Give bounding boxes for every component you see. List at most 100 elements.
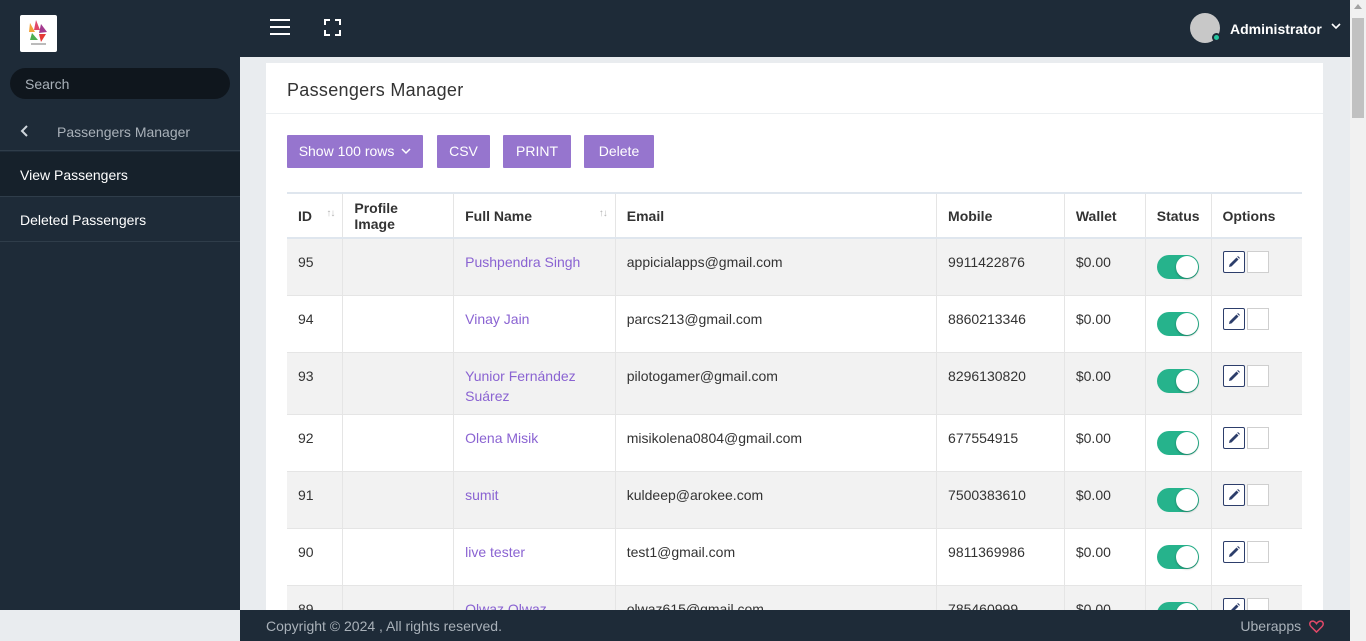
cell-full-name: sumit (453, 471, 616, 529)
sidebar-search-input[interactable] (10, 68, 230, 99)
select-checkbox[interactable] (1246, 426, 1269, 449)
table-row: 92 Olena Misik misikolena0804@gmail.com 677… (287, 414, 1302, 472)
sort-icon[interactable]: ↑↓ (599, 208, 608, 219)
status-toggle[interactable] (1156, 311, 1199, 336)
column-header-label: Mobile (948, 207, 993, 224)
cell-full-name: Vinay Jain (453, 295, 616, 353)
cell-id: 91 (287, 471, 344, 529)
cell-email: parcs213@gmail.com (615, 295, 938, 353)
fullscreen-icon[interactable] (324, 19, 341, 36)
select-checkbox[interactable] (1246, 483, 1269, 506)
toggle-knob (1175, 431, 1198, 454)
status-toggle[interactable] (1156, 430, 1199, 455)
status-toggle[interactable] (1156, 255, 1199, 279)
cell-profile-image (342, 414, 455, 472)
cell-id: 90 (287, 528, 344, 586)
sort-icon[interactable]: ↑↓ (326, 208, 335, 219)
edit-icon[interactable] (1222, 364, 1245, 387)
select-checkbox[interactable] (1246, 597, 1269, 610)
edit-icon[interactable] (1222, 483, 1245, 506)
cell-email: olwaz615@gmail.com (615, 585, 938, 610)
edit-icon[interactable] (1222, 597, 1245, 610)
edit-icon[interactable] (1222, 251, 1245, 273)
scroll-up-icon[interactable] (1354, 4, 1362, 9)
cell-options (1211, 238, 1302, 296)
column-header-label: Status (1156, 207, 1200, 224)
cell-email: test1@gmail.com (615, 528, 938, 586)
status-toggle[interactable] (1156, 601, 1199, 610)
passengers-card: Passengers Manager Show 100 rows CSV PRI… (266, 63, 1323, 610)
footer-brand[interactable]: Uberapps (1240, 618, 1324, 634)
cell-profile-image (342, 238, 455, 296)
cell-mobile: 785460999 (936, 585, 1065, 610)
delete-button[interactable]: Delete (584, 135, 654, 168)
sidebar-section-header[interactable]: Passengers Manager (0, 113, 240, 151)
show-rows-label: Show 100 rows (298, 143, 395, 159)
cell-options (1211, 352, 1302, 415)
column-header-profile-image: Profile Image (342, 193, 455, 238)
passenger-name-link[interactable]: Yunior Fernández Suárez (465, 368, 576, 404)
column-header-label: Wallet (1075, 207, 1117, 224)
status-toggle[interactable] (1156, 368, 1199, 393)
toggle-knob (1175, 488, 1198, 511)
passenger-name-link[interactable]: Vinay Jain (465, 311, 529, 327)
status-toggle[interactable] (1156, 544, 1199, 569)
select-checkbox[interactable] (1246, 251, 1269, 273)
cell-status (1145, 295, 1212, 353)
sidebar-item-label: View Passengers (20, 167, 128, 183)
cell-options (1211, 528, 1302, 586)
column-header-wallet: Wallet (1064, 193, 1146, 238)
table-row: 95 Pushpendra Singh appicialapps@gmail.com… (287, 238, 1302, 296)
select-checkbox[interactable] (1246, 364, 1269, 387)
user-menu[interactable]: Administrator (1190, 13, 1350, 43)
cell-profile-image (342, 295, 455, 353)
menu-toggle-icon[interactable] (270, 19, 290, 36)
cell-full-name: live tester (453, 528, 616, 586)
column-header-label: Profile Image (354, 199, 398, 232)
edit-icon[interactable] (1222, 540, 1245, 563)
cell-id: 95 (287, 238, 344, 296)
cell-status (1145, 528, 1212, 586)
passenger-name-link[interactable]: Pushpendra Singh (465, 254, 580, 270)
passenger-name-link[interactable]: Olena Misik (465, 430, 538, 446)
sidebar-item-label: Deleted Passengers (20, 212, 147, 228)
scroll-thumb[interactable] (1352, 18, 1364, 118)
cell-mobile: 9811369986 (936, 528, 1065, 586)
cell-wallet: $0.00 (1064, 471, 1146, 529)
avatar[interactable] (1190, 13, 1221, 43)
column-header-label: Options (1222, 207, 1276, 224)
cell-options (1211, 295, 1302, 353)
cell-status (1145, 585, 1212, 610)
passenger-name-link[interactable]: sumit (465, 487, 498, 503)
page-title: Passengers Manager (287, 80, 464, 100)
print-button[interactable]: PRINT (503, 135, 571, 168)
chevron-left-icon[interactable] (18, 123, 30, 139)
cell-full-name: Olena Misik (453, 414, 616, 472)
cell-mobile: 7500383610 (936, 471, 1065, 529)
passenger-name-link[interactable]: live tester (465, 544, 525, 560)
csv-button[interactable]: CSV (437, 135, 490, 168)
brand-name[interactable]: Uberapps (1240, 618, 1301, 634)
edit-icon[interactable] (1222, 307, 1245, 330)
passengers-table: ID ↑↓ Profile Image Full Name ↑↓ Email Mob… (287, 192, 1302, 610)
select-checkbox[interactable] (1246, 540, 1269, 563)
edit-icon[interactable] (1222, 426, 1245, 449)
app-logo[interactable] (20, 15, 57, 52)
sidebar-item-deleted-passengers[interactable]: Deleted Passengers (0, 197, 240, 242)
page-scrollbar[interactable] (1350, 0, 1366, 641)
column-header-email: Email (615, 193, 938, 238)
cell-status (1145, 352, 1212, 415)
column-header-full-name[interactable]: Full Name ↑↓ (453, 193, 616, 238)
sidebar-item-view-passengers[interactable]: View Passengers (0, 152, 240, 197)
chevron-down-icon[interactable] (1331, 23, 1341, 30)
column-header-id[interactable]: ID ↑↓ (287, 193, 344, 238)
user-name[interactable]: Administrator (1230, 21, 1322, 37)
cell-status (1145, 414, 1212, 472)
table-row: 90 live tester test1@gmail.com 9811369986 $0… (287, 528, 1302, 586)
show-rows-dropdown[interactable]: Show 100 rows (287, 135, 423, 168)
cell-options (1211, 414, 1302, 472)
cell-id: 92 (287, 414, 344, 472)
status-toggle[interactable] (1156, 487, 1199, 512)
passenger-name-link[interactable]: Olwaz Olwaz (465, 601, 547, 611)
select-checkbox[interactable] (1246, 307, 1269, 330)
